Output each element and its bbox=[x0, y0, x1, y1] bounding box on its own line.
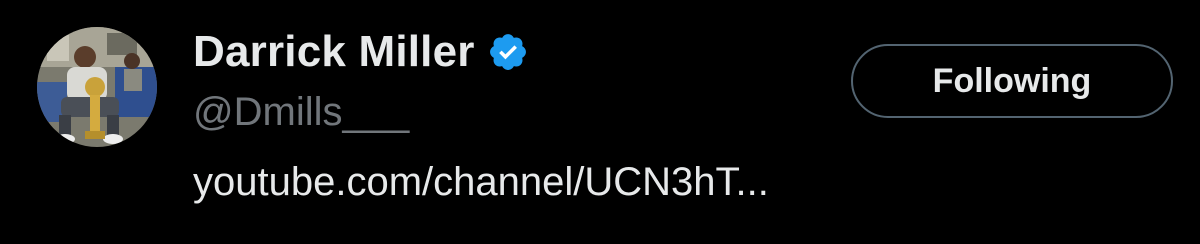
display-name-row[interactable]: Darrick Miller bbox=[193, 22, 529, 82]
bio-link[interactable]: youtube.com/channel/UCN3hT... bbox=[193, 160, 769, 205]
profile-avatar[interactable] bbox=[37, 27, 157, 147]
following-button[interactable]: Following bbox=[851, 44, 1173, 118]
display-name: Darrick Miller bbox=[193, 27, 475, 76]
user-card: Darrick Miller @Dmills___ youtube.com/ch… bbox=[0, 0, 1200, 244]
avatar-photo bbox=[37, 27, 157, 147]
user-handle[interactable]: @Dmills___ bbox=[193, 90, 409, 135]
verified-badge-icon bbox=[487, 31, 529, 73]
